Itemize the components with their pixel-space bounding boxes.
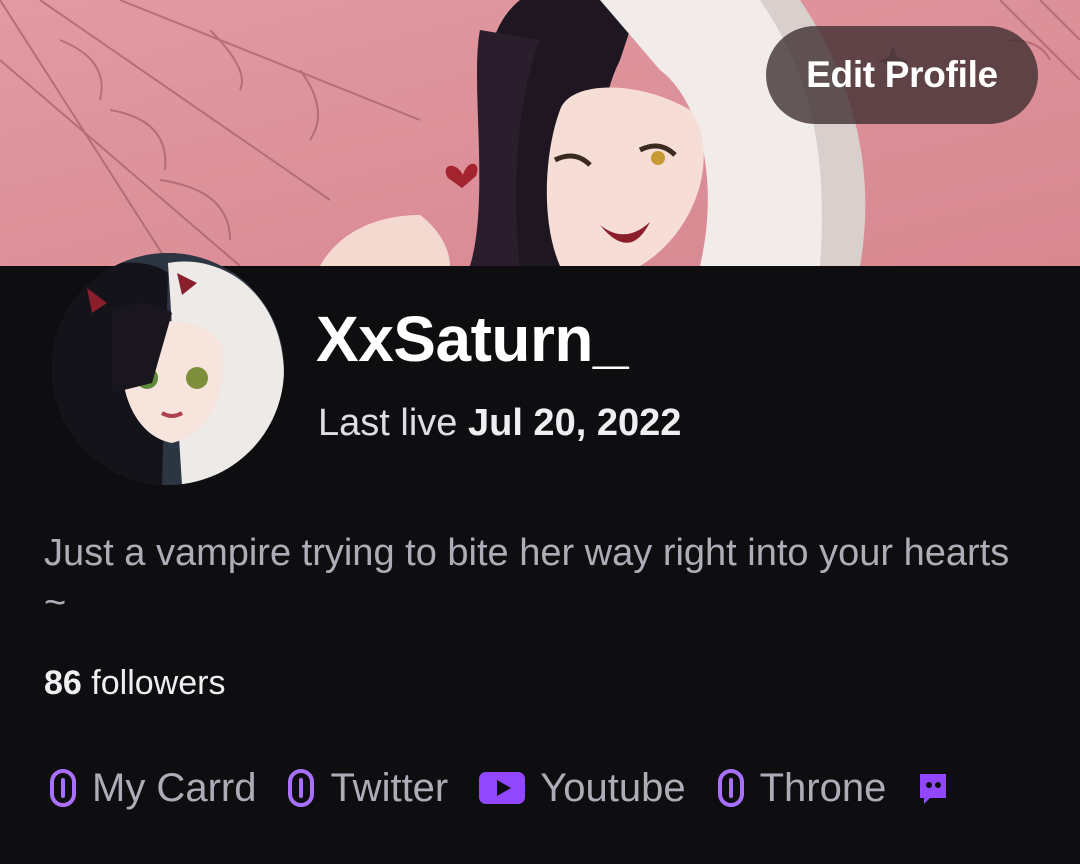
link-icon [286, 768, 316, 808]
channel-bio: Just a vampire trying to bite her way ri… [44, 532, 1010, 624]
channel-name: XxSaturn_ [316, 303, 629, 375]
link-youtube[interactable]: Youtube [478, 765, 686, 811]
link-label: Twitter [330, 765, 449, 810]
social-links: My Carrd Twitter Youtube Throne [48, 758, 1080, 818]
last-live-date: Jul 20, 2022 [467, 402, 682, 444]
link-more[interactable] [916, 768, 964, 808]
link-my-carrd[interactable]: My Carrd [48, 766, 256, 811]
link-twitter[interactable]: Twitter [286, 766, 448, 811]
chat-icon [916, 768, 950, 808]
avatar-illustration [52, 253, 284, 485]
link-label: Youtube [540, 765, 686, 810]
edit-profile-button[interactable]: Edit Profile [766, 26, 1038, 124]
link-icon [48, 768, 78, 808]
link-throne[interactable]: Throne [716, 765, 887, 811]
last-live-label: Last live [318, 402, 458, 444]
profile-page: Edit Profile XxSaturn_ Last live Jul 20,… [0, 0, 1080, 864]
link-label: Throne [759, 765, 887, 810]
follower-count[interactable]: 86 followers [44, 664, 225, 703]
youtube-icon [478, 769, 526, 807]
profile-banner: Edit Profile [0, 0, 1080, 266]
link-label: My Carrd [92, 765, 257, 810]
followers-number: 86 [44, 664, 82, 702]
last-live-info: Last live Jul 20, 2022 [318, 402, 681, 445]
link-icon [716, 768, 746, 808]
followers-label: followers [91, 664, 226, 702]
avatar[interactable] [52, 253, 284, 485]
